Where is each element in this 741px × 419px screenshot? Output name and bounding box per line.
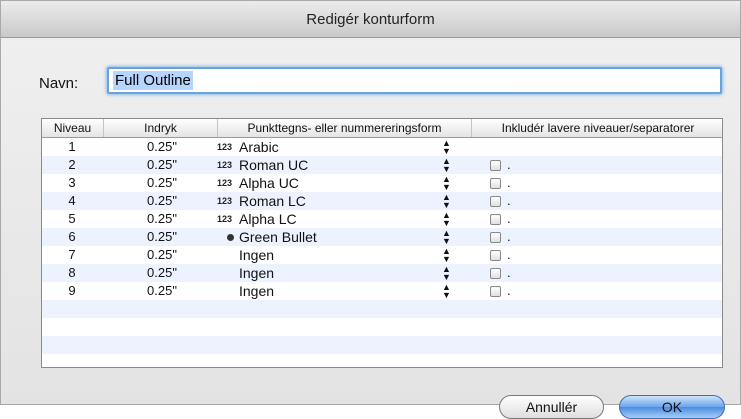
header-level[interactable]: Niveau: [42, 119, 104, 137]
include-lower-checkbox[interactable]: [490, 178, 501, 189]
table-row[interactable]: 6 0.25" Green Bullet ▲ ▼.: [42, 228, 722, 246]
numbering-icon: 123: [217, 214, 233, 224]
indent-cell[interactable]: 0.25": [114, 174, 210, 192]
header-indent[interactable]: Indryk: [104, 119, 218, 137]
separator-field[interactable]: .: [507, 174, 517, 192]
table-row[interactable]: 3 0.25" 123 Alpha UC ▲ ▼.: [42, 174, 722, 192]
format-popup[interactable]: Ingen: [239, 246, 419, 264]
level-cell: 9: [68, 283, 76, 298]
include-lower-checkbox[interactable]: [490, 286, 501, 297]
indent-cell[interactable]: 0.25": [114, 156, 210, 174]
name-input[interactable]: [107, 67, 722, 94]
outline-levels-table[interactable]: Niveau Indryk Punkttegns- eller nummerer…: [41, 118, 723, 368]
format-popup[interactable]: Arabic: [239, 138, 419, 156]
popup-arrows-icon[interactable]: ▲ ▼: [442, 283, 452, 300]
separator-field[interactable]: .: [507, 210, 517, 228]
name-label: Navn:: [39, 75, 79, 92]
format-popup[interactable]: Alpha LC: [239, 210, 419, 228]
popup-arrows-icon[interactable]: ▲ ▼: [442, 229, 452, 246]
ok-button[interactable]: OK: [619, 395, 725, 419]
popup-arrows-icon[interactable]: ▲ ▼: [442, 157, 452, 174]
format-popup[interactable]: Alpha UC: [239, 174, 419, 192]
level-cell: 6: [68, 229, 76, 244]
numbering-icon: 123: [217, 196, 233, 206]
separator-field[interactable]: .: [507, 228, 517, 246]
table-row[interactable]: 2 0.25" 123 Roman UC ▲ ▼.: [42, 156, 722, 174]
indent-cell[interactable]: 0.25": [114, 210, 210, 228]
include-lower-checkbox[interactable]: [490, 268, 501, 279]
popup-arrows-icon[interactable]: ▲ ▼: [442, 193, 452, 210]
format-popup[interactable]: Ingen: [239, 282, 419, 300]
bullet-icon: [227, 234, 234, 241]
table-row[interactable]: 7 0.25" Ingen ▲ ▼.: [42, 246, 722, 264]
table-row[interactable]: 8 0.25" Ingen ▲ ▼.: [42, 264, 722, 282]
format-popup[interactable]: Roman UC: [239, 156, 419, 174]
level-cell: 1: [68, 139, 76, 154]
level-cell: 2: [68, 157, 76, 172]
separator-field[interactable]: .: [507, 156, 517, 174]
indent-cell[interactable]: 0.25": [114, 246, 210, 264]
format-popup[interactable]: Roman LC: [239, 192, 419, 210]
include-lower-checkbox[interactable]: [490, 232, 501, 243]
include-lower-checkbox[interactable]: [490, 196, 501, 207]
table-row[interactable]: 5 0.25" 123 Alpha LC ▲ ▼.: [42, 210, 722, 228]
indent-cell[interactable]: 0.25": [114, 282, 210, 300]
table-row[interactable]: 4 0.25" 123 Roman LC ▲ ▼.: [42, 192, 722, 210]
indent-cell[interactable]: 0.25": [114, 264, 210, 282]
table-row[interactable]: 1 0.25" 123 Arabic ▲ ▼: [42, 138, 722, 156]
name-input-value: Full Outline: [113, 71, 193, 90]
indent-cell[interactable]: 0.25": [114, 138, 210, 156]
format-popup[interactable]: Green Bullet: [239, 228, 419, 246]
popup-arrows-icon[interactable]: ▲ ▼: [442, 175, 452, 192]
table-header: Niveau Indryk Punkttegns- eller nummerer…: [42, 119, 722, 138]
include-lower-checkbox[interactable]: [490, 160, 501, 171]
popup-arrows-icon[interactable]: ▲ ▼: [442, 247, 452, 264]
include-lower-checkbox[interactable]: [490, 250, 501, 261]
include-lower-checkbox[interactable]: [490, 214, 501, 225]
popup-arrows-icon[interactable]: ▲ ▼: [442, 265, 452, 282]
numbering-icon: 123: [217, 178, 233, 188]
level-cell: 8: [68, 265, 76, 280]
level-cell: 7: [68, 247, 76, 262]
dialog-title: Redigér konturform: [1, 1, 740, 38]
popup-arrows-icon[interactable]: ▲ ▼: [442, 211, 452, 228]
level-cell: 3: [68, 175, 76, 190]
table-row: [42, 318, 722, 336]
level-cell: 5: [68, 211, 76, 226]
separator-field[interactable]: .: [507, 282, 517, 300]
table-body: 1 0.25" 123 Arabic ▲ ▼ 2 0.25" 123 Roman UC ▲ ▼. 3 0.…: [42, 138, 722, 354]
numbering-icon: 123: [217, 142, 233, 152]
indent-cell[interactable]: 0.25": [114, 192, 210, 210]
cancel-button[interactable]: Annullér: [499, 395, 604, 419]
indent-cell[interactable]: 0.25": [114, 228, 210, 246]
separator-field[interactable]: .: [507, 264, 517, 282]
table-row[interactable]: 9 0.25" Ingen ▲ ▼.: [42, 282, 722, 300]
level-cell: 4: [68, 193, 76, 208]
table-row: [42, 300, 722, 318]
dialog-body: Navn: Full Outline Niveau Indryk Punktte…: [1, 38, 740, 419]
separator-field[interactable]: .: [507, 246, 517, 264]
table-row: [42, 336, 722, 354]
header-format[interactable]: Punkttegns- eller nummereringsform: [218, 119, 472, 137]
separator-field[interactable]: .: [507, 192, 517, 210]
edit-outline-format-dialog: Redigér konturform Navn: Full Outline Ni…: [0, 0, 741, 419]
numbering-icon: 123: [217, 160, 233, 170]
format-popup[interactable]: Ingen: [239, 264, 419, 282]
popup-arrows-icon[interactable]: ▲ ▼: [442, 139, 452, 156]
header-include[interactable]: Inkludér lavere niveauer/separatorer: [472, 119, 722, 137]
